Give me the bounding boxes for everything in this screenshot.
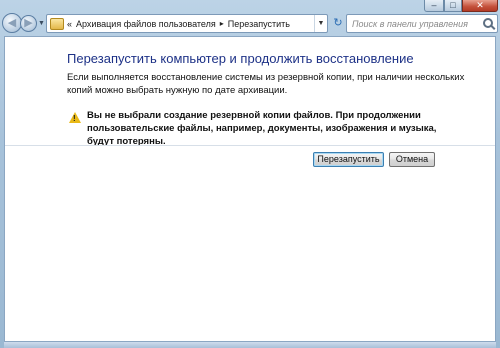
caption-buttons: – □ ✕	[424, 0, 498, 12]
main-content: Перезапустить компьютер и продолжить вос…	[4, 36, 496, 342]
back-button[interactable]: ◀	[2, 13, 22, 33]
search-input[interactable]: Поиск в панели управления	[346, 14, 498, 33]
explorer-window: – □ ✕ ◀ ▶ ▼ « Архивация файлов пользоват…	[0, 0, 500, 348]
recent-pages-dropdown-icon[interactable]: ▼	[38, 20, 45, 27]
minimize-button[interactable]: –	[424, 0, 444, 12]
navigation-bar: ◀ ▶ ▼ « Архивация файлов пользователя ▸ …	[0, 12, 500, 34]
maximize-button[interactable]: □	[444, 0, 462, 12]
page-description: Если выполняется восстановление системы …	[67, 72, 465, 96]
breadcrumb-overflow[interactable]: «	[67, 19, 72, 29]
warning-message: Вы не выбрали создание резервной копии ф…	[87, 110, 437, 147]
cancel-button[interactable]: Отмена	[389, 152, 435, 167]
search-icon[interactable]	[483, 18, 493, 28]
address-dropdown-icon[interactable]: ▼	[314, 15, 327, 32]
divider	[5, 145, 495, 146]
window-bottom-border	[4, 342, 496, 348]
page-title: Перезапустить компьютер и продолжить вос…	[67, 51, 414, 66]
forward-arrow-icon: ▶	[24, 17, 33, 29]
breadcrumb-backup[interactable]: Архивация файлов пользователя	[76, 19, 216, 29]
restart-button[interactable]: Перезапустить	[313, 152, 384, 167]
warning-exclamation: !	[73, 114, 76, 123]
breadcrumb-restart[interactable]: Перезапустить	[228, 19, 290, 29]
address-bar[interactable]: « Архивация файлов пользователя ▸ Переза…	[46, 14, 328, 33]
back-arrow-icon: ◀	[7, 17, 17, 29]
forward-button[interactable]: ▶	[20, 15, 37, 32]
search-placeholder: Поиск в панели управления	[352, 19, 468, 29]
refresh-icon[interactable]: ↻	[331, 15, 345, 32]
control-panel-icon	[50, 17, 64, 30]
close-button[interactable]: ✕	[462, 0, 498, 12]
breadcrumb-chevron-icon[interactable]: ▸	[220, 19, 224, 28]
